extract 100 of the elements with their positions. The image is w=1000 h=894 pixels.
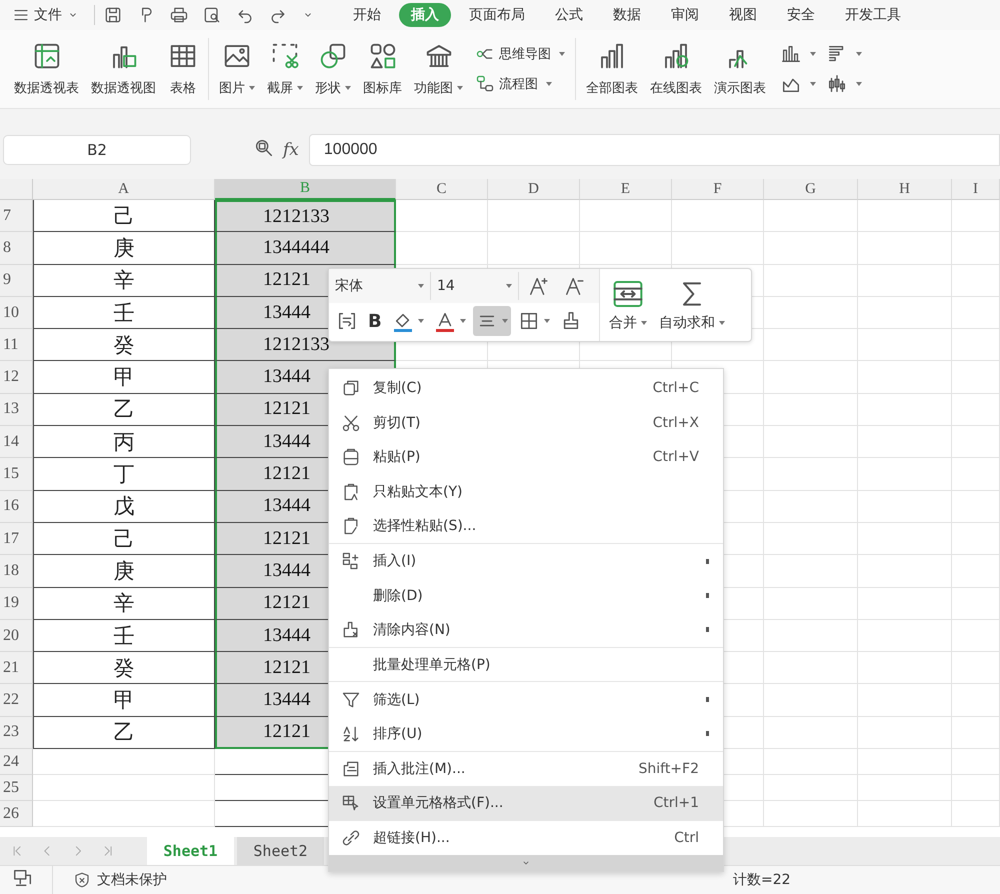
sheet-tab[interactable]: Sheet2 — [237, 837, 324, 865]
device-icon — [12, 867, 34, 889]
table-cell — [952, 296, 1000, 330]
merge-button[interactable]: 合并 — [606, 276, 650, 334]
caret-icon — [719, 321, 725, 325]
row-header[interactable]: 22 — [0, 684, 33, 717]
ribbon-button[interactable]: 流程图 — [475, 74, 565, 94]
ribbon-button[interactable]: 图标库 — [359, 39, 406, 99]
link-icon — [341, 828, 361, 848]
ribbon-button[interactable]: 图片 — [215, 39, 259, 99]
table-cell: 1212133 — [215, 200, 396, 232]
ribbon-tab[interactable]: 安全 — [775, 3, 827, 27]
row-header[interactable]: 16 — [0, 490, 33, 523]
table-cell — [952, 588, 1000, 620]
row-header[interactable]: 24 — [0, 749, 33, 776]
ribbon-tab[interactable]: 数据 — [601, 3, 653, 27]
insert-cells-icon — [341, 551, 361, 572]
ribbon-tab[interactable]: 开发工具 — [833, 3, 913, 27]
row-header[interactable]: 8 — [0, 232, 33, 265]
shapes-icon — [318, 41, 348, 71]
row-header[interactable]: 25 — [0, 775, 33, 802]
file-menu-button[interactable]: 文件 — [6, 4, 86, 26]
ribbon-button[interactable]: 形状 — [311, 39, 355, 99]
context-menu-item[interactable]: 排序(U) — [329, 716, 723, 752]
sheet-tab[interactable]: Sheet1 — [147, 837, 234, 865]
row-header[interactable]: 26 — [0, 801, 33, 828]
ribbon-button[interactable]: 思维导图 — [475, 44, 565, 64]
row-header[interactable]: 9 — [0, 264, 33, 297]
table-cell — [952, 652, 1000, 684]
stock-chart-icon — [826, 73, 848, 95]
ribbon-tab[interactable]: 审阅 — [659, 3, 711, 27]
column-header[interactable]: H — [858, 179, 952, 200]
column-header[interactable]: C — [396, 179, 488, 200]
column-header[interactable]: E — [580, 179, 672, 200]
table-cell — [952, 426, 1000, 458]
caret-icon — [418, 284, 424, 288]
font-size-dropdown[interactable]: 14 — [431, 272, 519, 300]
caret-icon — [544, 319, 550, 323]
row-header[interactable]: 23 — [0, 716, 33, 750]
chart-type-button[interactable] — [780, 43, 816, 65]
row-header[interactable]: 21 — [0, 652, 33, 684]
row-header[interactable]: 11 — [0, 329, 33, 362]
row-header[interactable]: 7 — [0, 200, 33, 232]
name-box[interactable]: B2 — [3, 135, 191, 165]
row-header[interactable]: 14 — [0, 426, 33, 458]
context-menu-item[interactable]: 批量处理单元格(P) — [329, 648, 723, 682]
ribbon-button[interactable]: 演示图表 — [710, 39, 770, 99]
ribbon-button[interactable]: 数据透视表 — [10, 39, 83, 99]
column-header[interactable]: F — [672, 179, 764, 200]
column-header[interactable]: D — [488, 179, 580, 200]
column-header[interactable]: G — [764, 179, 858, 200]
column-header[interactable]: I — [952, 179, 1000, 200]
context-menu-item[interactable]: 清除内容(N) — [329, 613, 723, 648]
caret-icon — [418, 319, 424, 323]
row-header[interactable]: 20 — [0, 620, 33, 652]
column-chart-icon — [780, 43, 802, 65]
ribbon-button[interactable]: 功能图 — [410, 39, 467, 99]
row-header[interactable]: 13 — [0, 394, 33, 426]
row-header[interactable]: 19 — [0, 588, 33, 620]
ribbon-button[interactable]: 数据透视图 — [87, 39, 160, 99]
table-cell — [952, 329, 1000, 362]
row-header[interactable]: 15 — [0, 458, 33, 491]
table-cell — [952, 749, 1000, 776]
context-menu-item[interactable]: 选择性粘贴(S)... — [329, 509, 723, 544]
column-header[interactable]: A — [33, 179, 215, 200]
ribbon-tab[interactable]: 页面布局 — [457, 3, 537, 27]
align-center-button[interactable] — [472, 306, 511, 336]
row-header[interactable]: 17 — [0, 522, 33, 556]
ribbon-button[interactable]: 全部图表 — [582, 39, 642, 99]
chart-type-button[interactable] — [826, 73, 862, 95]
print-icon[interactable] — [169, 5, 189, 25]
save-icon[interactable] — [103, 5, 123, 25]
row-header[interactable]: 12 — [0, 361, 33, 394]
table-cell — [952, 458, 1000, 491]
context-menu-item[interactable]: 超链接(H)... Ctrl — [329, 820, 723, 856]
autosum-button[interactable]: 自动求和 — [656, 276, 728, 334]
ribbon-tab[interactable]: 开始 — [341, 3, 393, 27]
ribbon-button[interactable]: 在线图表 — [646, 39, 706, 99]
context-menu-item[interactable]: 插入批注(M)... Shift+F2 — [329, 752, 723, 786]
shrink-font-icon — [564, 275, 586, 297]
filter-icon — [341, 690, 361, 710]
function-label: fx — [283, 140, 299, 160]
caret-icon — [502, 319, 508, 323]
font-dropdown[interactable]: 宋体 — [329, 272, 431, 300]
grow-font-icon — [528, 275, 550, 297]
row-header[interactable]: 18 — [0, 555, 33, 588]
table-cell — [952, 232, 1000, 265]
context-menu-item[interactable]: 设置单元格格式(F)... Ctrl+1 — [329, 786, 723, 821]
scissors-icon — [341, 412, 361, 433]
caret-icon — [460, 319, 466, 323]
row-header[interactable]: 10 — [0, 296, 33, 330]
ribbon-button[interactable]: 表格 — [164, 39, 202, 99]
ribbon-tab[interactable]: 视图 — [717, 3, 769, 27]
ribbon-tab[interactable]: 公式 — [543, 3, 595, 27]
preview-icon[interactable] — [202, 5, 222, 25]
formula-input[interactable]: 100000 — [308, 134, 1000, 166]
document-protection-button[interactable]: 文档未保护 — [67, 870, 173, 890]
caret-icon — [641, 321, 647, 325]
ribbon-button[interactable]: 截屏 — [263, 39, 307, 99]
format-cells-icon — [341, 793, 361, 814]
